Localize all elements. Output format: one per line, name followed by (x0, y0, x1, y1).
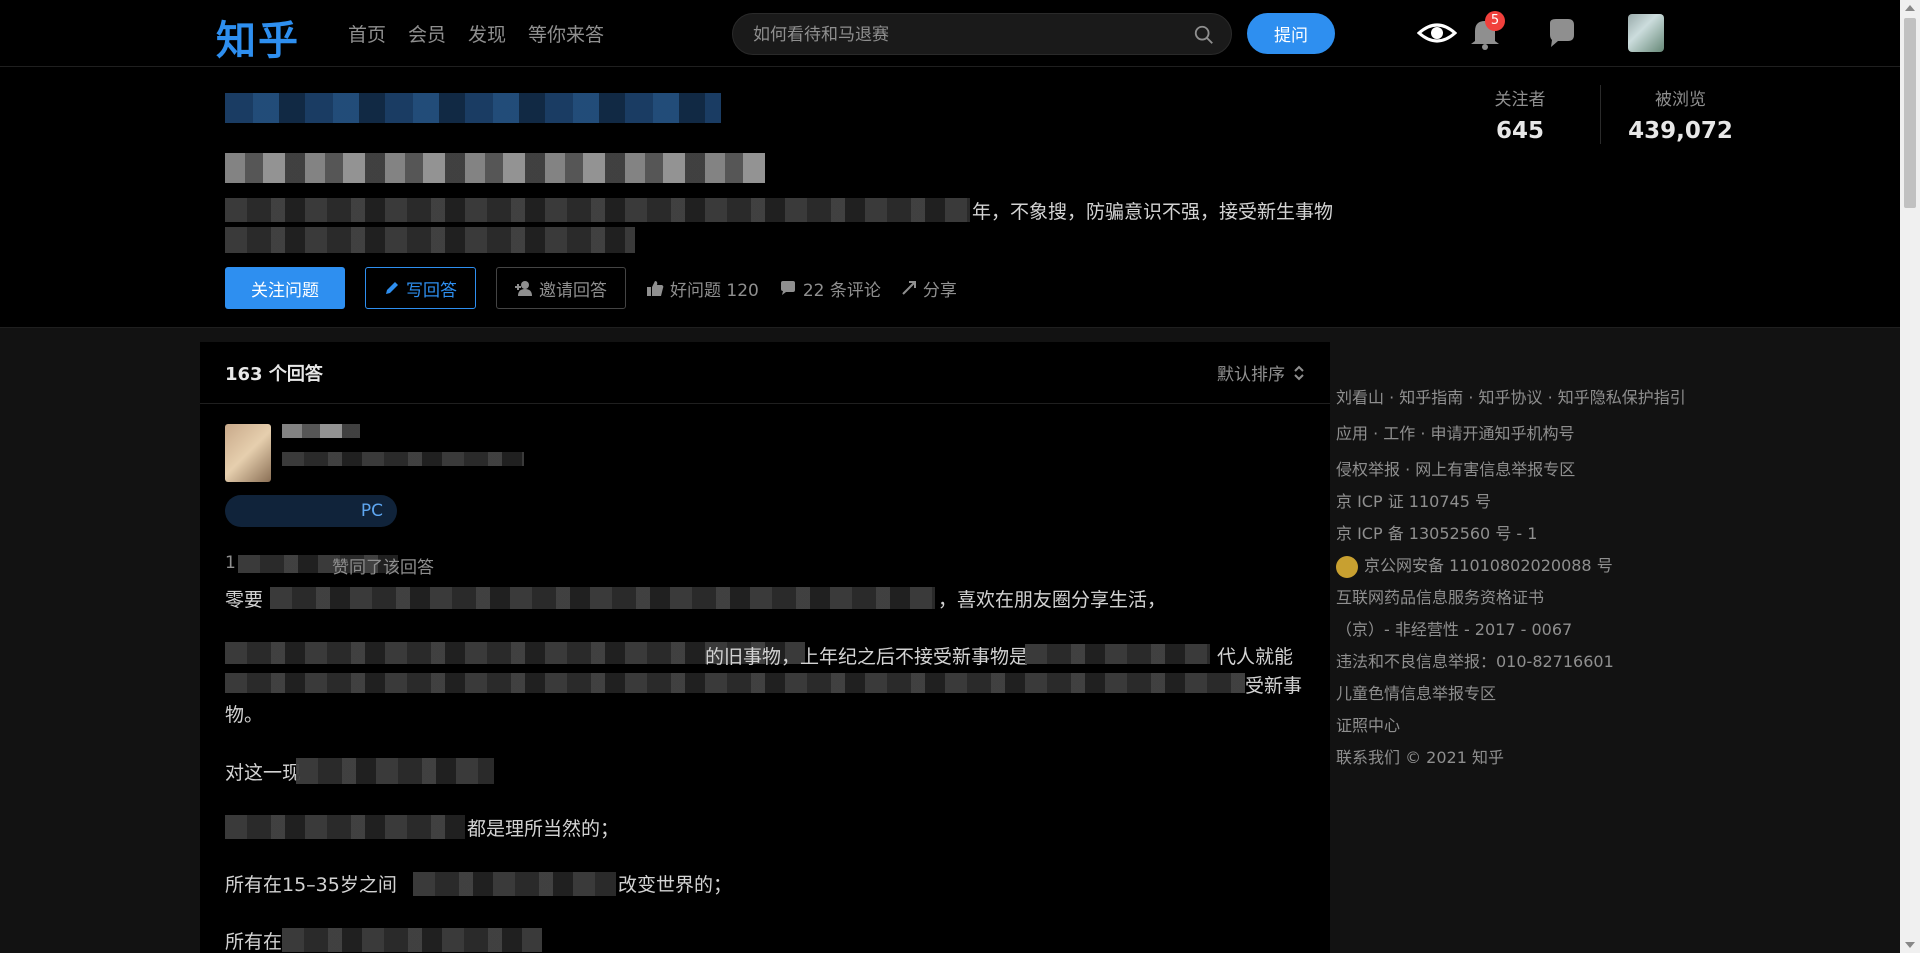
followers-label: 关注者 (1494, 90, 1546, 110)
answer-p5: 对这一现 (225, 762, 302, 784)
footer-icp-license[interactable]: 京 ICP 证 110745 号 (1336, 486, 1736, 518)
nav-home[interactable]: 首页 (348, 20, 386, 47)
top-navbar: 知乎 首页 会员 发现 等你来答 提问 5 (0, 0, 1900, 67)
invite-answer-label: 邀请回答 (539, 280, 607, 301)
user-avatar[interactable] (1628, 14, 1664, 52)
answer-p2-mid: 的旧事物，上年纪之后不接受新事物是 (705, 646, 1029, 668)
message-icon[interactable] (1542, 15, 1582, 51)
share-icon (902, 281, 916, 295)
sort-arrows-icon (1294, 365, 1304, 380)
share-button[interactable]: 分享 (901, 276, 957, 301)
write-answer-label: 写回答 (406, 280, 457, 301)
question-desc-blurred-2 (225, 227, 635, 253)
good-question-label: 好问题 120 (670, 280, 759, 301)
nav-membership[interactable]: 会员 (408, 20, 446, 47)
answer-p3-blurred (225, 673, 1245, 693)
answer-p3-tail: 受新事 (1245, 675, 1303, 697)
police-badge-icon (1336, 555, 1358, 578)
answer-p7-tail: 改变世界的； (618, 874, 733, 896)
footer-report-phone[interactable]: 违法和不良信息举报：010-82716601 (1336, 646, 1736, 678)
author-bio-blurred (282, 452, 524, 466)
ask-question-button[interactable]: 提问 (1247, 13, 1335, 54)
answers-card: 163 个回答 默认排序 PC 1 赞同了该回答 零要 ，喜欢在朋友圈分享生活，… (200, 342, 1330, 953)
views-value: 439,072 (1628, 118, 1733, 144)
search-box (732, 13, 1232, 55)
answer-p7: 所有在15–35岁之间 (225, 874, 397, 896)
zhihu-logo[interactable]: 知乎 (216, 8, 300, 66)
footer-drug-license[interactable]: 互联网药品信息服务资格证书 (1336, 582, 1736, 614)
author-badge-label: PC (360, 501, 383, 521)
question-desc-blurred-1 (225, 198, 970, 222)
footer-police-text: 京公网安备 11010802020088 号 (1364, 556, 1613, 575)
author-name-blurred (282, 424, 360, 438)
nav-waiting-answers[interactable]: 等你来答 (528, 20, 604, 47)
footer-links-3[interactable]: 侵权举报 · 网上有害信息举报专区 (1336, 454, 1736, 486)
question-description-tail: 年，不象搜，防骗意识不强，接受新生事物 (972, 201, 1334, 223)
good-question-button[interactable]: 好问题 120 (646, 276, 759, 301)
add-user-icon (515, 281, 532, 296)
answer-p6-blurred (225, 815, 465, 839)
followers-stat[interactable]: 关注者 645 (1440, 85, 1600, 144)
footer-licenses[interactable]: 证照中心 (1336, 710, 1736, 742)
question-topics-blurred (225, 93, 721, 123)
answer-p1-tail: ，喜欢在朋友圈分享生活， (938, 589, 1167, 611)
answer-count: 163 个回答 (225, 364, 323, 385)
footer-links-2[interactable]: 应用 · 工作 · 申请开通知乎机构号 (1336, 418, 1736, 450)
question-title-blurred (225, 153, 765, 183)
notification-badge: 5 (1485, 11, 1505, 31)
comments-label: 22 条评论 (802, 280, 881, 301)
nav-discover[interactable]: 发现 (468, 20, 506, 47)
answers-header: 163 个回答 默认排序 (200, 342, 1330, 404)
question-stats: 关注者 645 被浏览 439,072 (1440, 85, 1760, 144)
follow-question-button[interactable]: 关注问题 (225, 267, 345, 309)
footer-icp-record[interactable]: 京 ICP 备 13052560 号 - 1 (1336, 518, 1736, 550)
search-icon[interactable] (1193, 24, 1215, 46)
answer-p1-head: 零要 (225, 589, 264, 611)
answer-p8-blurred (282, 928, 542, 952)
thumbs-up-icon (647, 281, 664, 296)
footer-contact[interactable]: 联系我们 © 2021 知乎 (1336, 742, 1736, 774)
write-answer-button[interactable]: 写回答 (365, 267, 476, 309)
answer-p5-blurred (296, 758, 494, 784)
comment-icon (780, 281, 795, 295)
comments-button[interactable]: 22 条评论 (779, 276, 881, 301)
footer-police-record[interactable]: 京公网安备 11010802020088 号 (1336, 550, 1736, 582)
author-badge[interactable]: PC (225, 495, 397, 527)
answer-p8: 所有在 (225, 931, 283, 953)
answer-p2-blurred-2 (1025, 644, 1210, 664)
scroll-down-icon[interactable] (1905, 942, 1915, 948)
eye-icon[interactable] (1417, 15, 1457, 51)
answer-p1-blurred (270, 587, 935, 609)
answer-p6-tail: 都是理所当然的； (467, 818, 620, 840)
footer-links-1[interactable]: 刘看山 · 知乎指南 · 知乎协议 · 知乎隐私保护指引 (1336, 382, 1736, 414)
share-label: 分享 (922, 280, 957, 301)
sidebar-footer: 刘看山 · 知乎指南 · 知乎协议 · 知乎隐私保护指引 应用 · 工作 · 申… (1336, 382, 1736, 774)
sort-label: 默认排序 (1217, 365, 1285, 385)
followers-value: 645 (1495, 118, 1544, 144)
question-actions: 关注问题 写回答 邀请回答 好问题 120 22 条评论 分享 (225, 267, 957, 309)
views-label: 被浏览 (1655, 90, 1706, 110)
upvote-tail: 赞同了该回答 (332, 558, 434, 578)
scroll-thumb[interactable] (1904, 18, 1916, 208)
answer-p7-blurred (413, 872, 616, 896)
answer-p4: 物。 (225, 704, 264, 726)
scroll-up-icon[interactable] (1905, 5, 1915, 11)
invite-answer-button[interactable]: 邀请回答 (496, 267, 626, 309)
page-scrollbar[interactable] (1900, 0, 1920, 953)
search-input[interactable] (753, 23, 1173, 47)
footer-drug-number: （京）- 非经营性 - 2017 - 0067 (1336, 620, 1573, 639)
answer-p2-tail: 代人就能 (1217, 646, 1294, 668)
views-stat: 被浏览 439,072 (1600, 85, 1760, 144)
footer-child-report[interactable]: 儿童色情信息举报专区 (1336, 678, 1736, 710)
sort-dropdown[interactable]: 默认排序 (1217, 360, 1305, 385)
question-header: 年，不象搜，防骗意识不强，接受新生事物 关注问题 写回答 邀请回答 好问题 12… (0, 67, 1900, 328)
author-avatar[interactable] (225, 424, 271, 482)
upvote-line: 1 (225, 553, 236, 573)
main-nav: 首页 会员 发现 等你来答 (348, 20, 604, 47)
pencil-icon (386, 282, 398, 294)
